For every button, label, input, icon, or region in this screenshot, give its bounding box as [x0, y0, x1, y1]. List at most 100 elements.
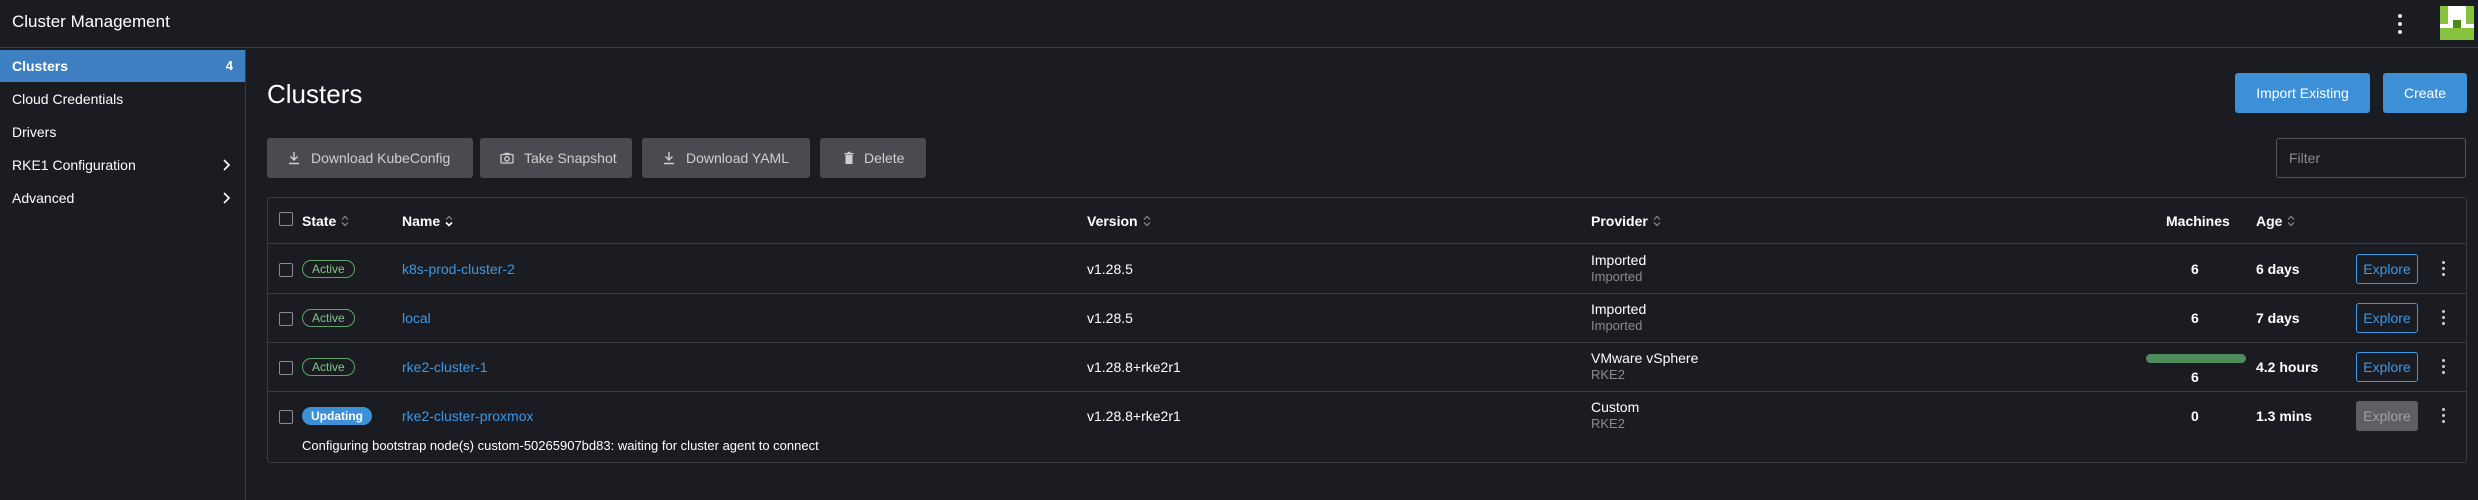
download-kubeconfig-button[interactable]: Download KubeConfig: [267, 138, 473, 178]
cluster-provider-sub: RKE2: [1591, 367, 1625, 382]
delete-button[interactable]: Delete: [820, 138, 926, 178]
column-name[interactable]: Name: [402, 213, 454, 229]
sort-icon: [1653, 215, 1661, 227]
cluster-age: 7 days: [2256, 310, 2300, 326]
sidebar-item-label: RKE1 Configuration: [12, 157, 136, 173]
import-existing-button[interactable]: Import Existing: [2235, 73, 2370, 113]
cluster-provider: Imported: [1591, 252, 1647, 268]
column-version[interactable]: Version: [1087, 213, 1152, 229]
column-age-label: Age: [2256, 213, 2283, 229]
explore-button[interactable]: Explore: [2356, 352, 2418, 382]
cluster-name-link[interactable]: local: [402, 310, 431, 326]
cluster-provider-sub: Imported: [1591, 269, 1643, 284]
trash-icon: [844, 151, 854, 164]
sidebar-item-label: Advanced: [12, 190, 75, 206]
table-row: Active rke2-cluster-1 v1.28.8+rke2r1 VMw…: [268, 343, 2466, 392]
column-provider[interactable]: Provider: [1591, 213, 1662, 229]
sidebar-item-advanced[interactable]: Advanced: [0, 182, 245, 214]
cluster-version: v1.28.5: [1087, 261, 1133, 277]
explore-button[interactable]: Explore: [2356, 303, 2418, 333]
take-snapshot-button[interactable]: Take Snapshot: [480, 138, 632, 178]
cluster-provider: Imported: [1591, 301, 1647, 317]
download-kubeconfig-label: Download KubeConfig: [311, 150, 451, 166]
more-options-icon[interactable]: [2391, 8, 2409, 40]
cluster-machines: 6: [2191, 261, 2199, 277]
delete-label: Delete: [864, 150, 905, 166]
sidebar-item-label: Clusters: [12, 58, 69, 74]
cluster-age: 4.2 hours: [2256, 359, 2319, 375]
row-checkbox[interactable]: [279, 361, 293, 375]
cluster-provider: Custom: [1591, 399, 1640, 415]
status-badge: Updating: [302, 407, 372, 425]
cluster-provider-sub: RKE2: [1591, 416, 1625, 431]
cluster-machines: 0: [2191, 408, 2199, 424]
camera-icon: [500, 152, 514, 164]
sort-icon: [341, 215, 349, 227]
create-button[interactable]: Create: [2383, 73, 2467, 113]
cluster-name-link[interactable]: rke2-cluster-proxmox: [402, 408, 533, 424]
select-all-checkbox[interactable]: [279, 212, 293, 226]
sidebar-item-label: Cloud Credentials: [12, 91, 124, 107]
column-name-label: Name: [402, 213, 441, 229]
row-actions-icon[interactable]: [2438, 358, 2448, 376]
table-header: State Name Version Provider Machines Age: [268, 198, 2466, 244]
row-checkbox[interactable]: [279, 312, 293, 326]
row-actions-icon[interactable]: [2438, 407, 2448, 425]
cluster-version: v1.28.5: [1087, 310, 1133, 326]
filter-input[interactable]: [2276, 138, 2466, 178]
clusters-count-badge: 4: [225, 58, 233, 73]
download-icon: [289, 152, 299, 165]
sidebar-item-clusters[interactable]: Clusters 4: [0, 50, 245, 82]
cluster-machines: 6: [2191, 310, 2199, 326]
column-version-label: Version: [1087, 213, 1138, 229]
machines-progress-bar: [2146, 354, 2246, 363]
row-checkbox[interactable]: [279, 410, 293, 424]
explore-button[interactable]: Explore: [2356, 401, 2418, 431]
sidebar-item-rke1-configuration[interactable]: RKE1 Configuration: [0, 149, 245, 181]
sidebar-item-label: Drivers: [12, 124, 57, 140]
take-snapshot-label: Take Snapshot: [524, 150, 617, 166]
cluster-version: v1.28.8+rke2r1: [1087, 359, 1181, 375]
explore-button[interactable]: Explore: [2356, 254, 2418, 284]
table-row: Active local v1.28.5 Imported Imported 6…: [268, 294, 2466, 343]
download-yaml-label: Download YAML: [686, 150, 789, 166]
table-row: Updating rke2-cluster-proxmox v1.28.8+rk…: [268, 392, 2466, 462]
column-machines-label: Machines: [2166, 213, 2230, 229]
row-actions-icon[interactable]: [2438, 260, 2448, 278]
cluster-machines: 6: [2191, 369, 2199, 385]
status-badge: Active: [302, 260, 355, 278]
sort-down-icon: [445, 215, 453, 227]
cluster-status-message: Configuring bootstrap node(s) custom-502…: [302, 438, 819, 453]
row-checkbox[interactable]: [279, 263, 293, 277]
download-icon: [664, 152, 674, 165]
clusters-table: State Name Version Provider Machines Age…: [267, 197, 2467, 463]
table-row: Active k8s-prod-cluster-2 v1.28.5 Import…: [268, 245, 2466, 294]
status-badge: Active: [302, 309, 355, 327]
avatar[interactable]: [2440, 6, 2474, 40]
sidebar-item-drivers[interactable]: Drivers: [0, 116, 245, 148]
top-header: Cluster Management: [0, 0, 2478, 48]
cluster-version: v1.28.8+rke2r1: [1087, 408, 1181, 424]
column-state-label: State: [302, 213, 337, 229]
column-age[interactable]: Age: [2256, 213, 2296, 229]
sidebar-item-cloud-credentials[interactable]: Cloud Credentials: [0, 83, 245, 115]
column-provider-label: Provider: [1591, 213, 1648, 229]
sort-icon: [2288, 215, 2295, 227]
chevron-right-icon: [223, 159, 231, 171]
cluster-age: 1.3 mins: [2256, 408, 2313, 424]
cluster-name-link[interactable]: rke2-cluster-1: [402, 359, 488, 375]
cluster-provider-sub: Imported: [1591, 318, 1643, 333]
cluster-age: 6 days: [2256, 261, 2300, 277]
cluster-provider: VMware vSphere: [1591, 350, 1699, 366]
page-title: Clusters: [267, 79, 363, 109]
row-actions-icon[interactable]: [2438, 309, 2448, 327]
sidebar: Clusters 4 Cloud Credentials Drivers RKE…: [0, 49, 246, 500]
column-state[interactable]: State: [302, 213, 350, 229]
chevron-right-icon: [223, 192, 231, 204]
status-badge: Active: [302, 358, 355, 376]
download-yaml-button[interactable]: Download YAML: [642, 138, 810, 178]
sort-icon: [1143, 215, 1151, 227]
column-machines[interactable]: Machines: [2166, 213, 2230, 229]
cluster-name-link[interactable]: k8s-prod-cluster-2: [402, 261, 515, 277]
app-title: Cluster Management: [12, 12, 170, 31]
